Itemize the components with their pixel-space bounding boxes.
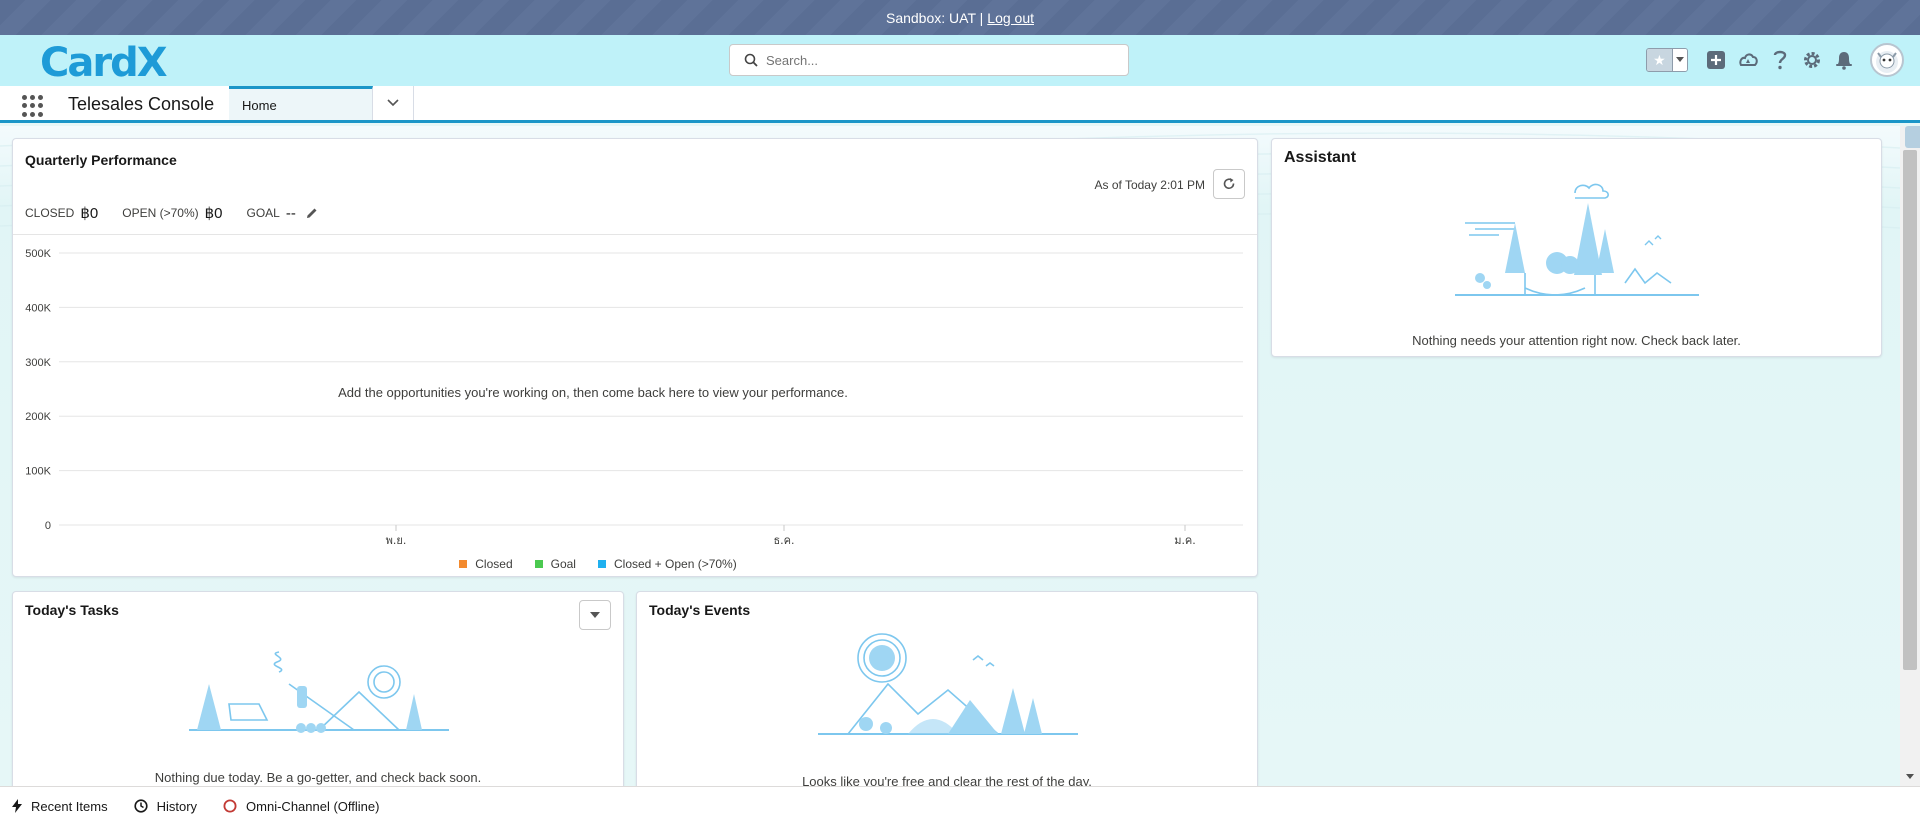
legend-item-goal: Goal	[534, 557, 576, 571]
chart-empty-message: Add the opportunities you're working on,…	[338, 385, 848, 400]
utility-history[interactable]: History	[133, 798, 198, 814]
avatar-icon	[1876, 51, 1898, 73]
todays-events-card: Today's Events Looks like you're free an…	[636, 591, 1258, 791]
refresh-icon	[1223, 178, 1235, 190]
performance-metrics: CLOSED ฿0 OPEN (>70%) ฿0 GOAL --	[25, 204, 318, 222]
closed-label: CLOSED	[25, 206, 75, 220]
as-of-timestamp: As of Today 2:01 PM	[1094, 178, 1205, 192]
legend-item-closed-open: Closed + Open (>70%)	[597, 557, 737, 571]
card-title: Today's Tasks	[25, 602, 119, 618]
y-tick-label: 500K	[25, 248, 51, 260]
help-icon[interactable]	[1769, 49, 1791, 71]
utility-bar: Recent Items History Omni-Channel (Offli…	[0, 786, 1920, 825]
dropdown-caret-icon	[590, 611, 600, 618]
edit-goal-pencil-icon[interactable]	[306, 207, 318, 219]
assistant-card: Assistant Nothing needs your attention r…	[1271, 138, 1882, 357]
brand-logo[interactable]: CardX	[40, 40, 192, 86]
legend-label: Closed	[475, 557, 513, 571]
tasks-filter-dropdown-button[interactable]	[579, 600, 611, 630]
tasks-empty-message: Nothing due today. Be a go-getter, and c…	[154, 770, 482, 785]
legend-item-closed: Closed	[459, 557, 513, 571]
user-avatar[interactable]	[1870, 43, 1904, 77]
nav-menu-chevron-icon[interactable]	[373, 86, 414, 120]
scroll-thumb[interactable]	[1903, 150, 1917, 670]
x-tick-label: ม.ค.	[1174, 534, 1196, 547]
tab-home[interactable]: Home	[229, 86, 373, 120]
camping-events-illustration-icon	[818, 633, 1078, 735]
cardx-logo-icon: CardX	[40, 40, 170, 86]
legend-swatch-closed-open	[597, 560, 606, 568]
favorites-star-icon[interactable]: ★	[1647, 49, 1672, 71]
sandbox-label: Sandbox: UAT |	[885, 9, 984, 26]
sandbox-banner: Sandbox: UAT | Log out	[0, 0, 1920, 35]
x-tick-label: ธ.ค.	[773, 534, 794, 547]
goal-value: --	[285, 204, 296, 222]
header-icons: ★	[1646, 43, 1904, 77]
hammock-illustration-icon	[1455, 183, 1699, 296]
utility-omni-channel[interactable]: Omni-Channel (Offline)	[223, 799, 379, 814]
y-tick-label: 100K	[25, 466, 51, 478]
y-tick-label: 400K	[25, 302, 51, 314]
app-nav-bar: Telesales Console Home	[0, 86, 1920, 123]
todays-tasks-card: Today's Tasks Nothing due today. Be a go…	[12, 591, 624, 791]
legend-label: Closed + Open (>70%)	[613, 557, 737, 571]
chart-legend: Closed Goal Closed + Open (>70%)	[13, 557, 1113, 571]
legend-label: Goal	[550, 557, 576, 571]
x-tick-label: พ.ย.	[386, 534, 407, 547]
app-launcher-icon[interactable]	[22, 95, 46, 117]
setup-gear-icon[interactable]	[1801, 49, 1823, 71]
search-icon	[744, 53, 758, 67]
y-tick-label: 200K	[25, 411, 51, 423]
trailhead-icon[interactable]	[1737, 49, 1759, 71]
favorites-dropdown-icon[interactable]	[1671, 49, 1687, 71]
global-search[interactable]	[729, 44, 1129, 76]
global-actions-add-icon[interactable]	[1705, 49, 1727, 71]
card-title: Today's Events	[649, 602, 751, 618]
utility-label: Omni-Channel (Offline)	[246, 798, 380, 814]
refresh-button[interactable]	[1213, 169, 1245, 199]
search-input[interactable]	[766, 52, 1106, 68]
favorites-group: ★	[1646, 48, 1688, 72]
open-value: ฿0	[204, 205, 223, 222]
svg-text:CardX: CardX	[40, 40, 168, 82]
utility-label: Recent Items	[31, 798, 108, 814]
logout-link[interactable]: Log out	[987, 10, 1034, 26]
quarterly-performance-card: Quarterly Performance As of Today 2:01 P…	[12, 138, 1258, 577]
clock-icon	[133, 799, 148, 813]
offline-status-icon	[223, 799, 237, 813]
goal-label: GOAL	[246, 206, 280, 220]
app-name: Telesales Console	[68, 94, 215, 114]
utility-label: History	[156, 798, 198, 814]
notifications-bell-icon[interactable]	[1833, 49, 1855, 71]
global-header: CardX ★	[0, 35, 1920, 86]
page-scrollbar[interactable]	[1900, 126, 1920, 786]
card-title: Quarterly Performance	[25, 152, 177, 168]
legend-swatch-goal	[534, 560, 543, 568]
lightning-bolt-icon	[12, 799, 22, 813]
campsite-tasks-illustration-icon	[189, 651, 449, 733]
y-tick-label: 0	[45, 520, 51, 532]
open-label: OPEN (>70%)	[122, 206, 199, 220]
closed-value: ฿0	[80, 205, 99, 222]
legend-swatch-closed	[459, 560, 468, 568]
side-panel-toggle[interactable]	[1905, 126, 1920, 148]
y-tick-label: 300K	[25, 357, 51, 369]
card-title: Assistant	[1284, 149, 1357, 166]
scroll-down-icon[interactable]	[1904, 770, 1916, 782]
utility-recent-items[interactable]: Recent Items	[12, 799, 108, 814]
assistant-empty-message: Nothing needs your attention right now. …	[1412, 333, 1741, 348]
